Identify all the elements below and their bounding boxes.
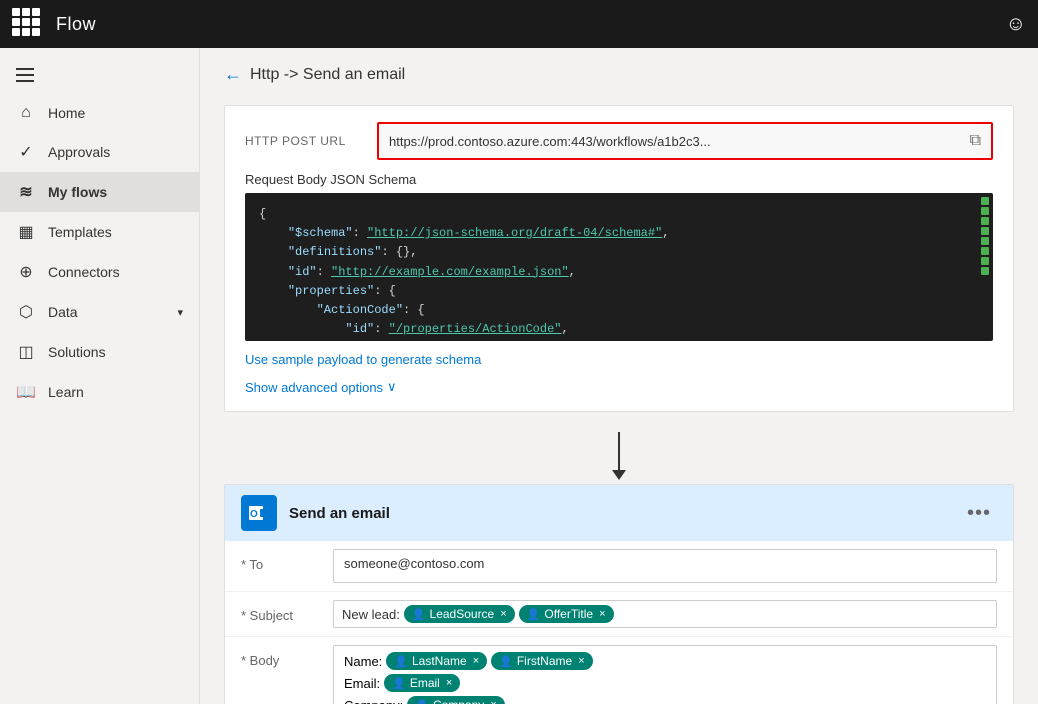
chevron-down-icon: ∨ xyxy=(387,379,397,395)
tag-remove-icon[interactable]: × xyxy=(446,677,452,689)
code-line-8: "type": "string" xyxy=(259,339,979,341)
hamburger-button[interactable] xyxy=(0,56,199,94)
email-tag: 👤 Email × xyxy=(384,674,460,692)
home-icon: ⌂ xyxy=(16,104,36,122)
email-card: O Send an email ••• * To someone@contoso… xyxy=(224,484,1014,704)
sidebar-item-templates[interactable]: ▦ Templates xyxy=(0,212,199,252)
waffle-icon[interactable] xyxy=(12,8,44,40)
sidebar-item-connectors[interactable]: ⊕ Connectors xyxy=(0,252,199,292)
url-box: https://prod.contoso.azure.com:443/workf… xyxy=(377,122,993,160)
sidebar-item-label: Learn xyxy=(48,384,84,400)
show-advanced-http[interactable]: Show advanced options ∨ xyxy=(245,379,993,395)
code-line-6: "ActionCode": { xyxy=(259,301,979,320)
body-email-line: Email: 👤 Email × xyxy=(344,674,986,692)
sidebar-item-label: Solutions xyxy=(48,344,106,360)
sidebar-item-label: Templates xyxy=(48,224,112,240)
sidebar-item-approvals[interactable]: ✓ Approvals xyxy=(0,132,199,172)
ellipsis-button[interactable]: ••• xyxy=(961,500,997,527)
tag-label: OfferTitle xyxy=(544,607,593,621)
body-label: * Body xyxy=(241,645,321,668)
tag-person-icon: 👤 xyxy=(412,608,426,621)
subject-tag-container[interactable]: New lead: 👤 LeadSource × 👤 OfferTitle × xyxy=(333,600,997,628)
learn-icon: 📖 xyxy=(16,382,36,402)
sidebar: ⌂ Home ✓ Approvals ≋ My flows ▦ Template… xyxy=(0,48,200,704)
back-button[interactable]: ← xyxy=(224,64,242,85)
sample-payload-link[interactable]: Use sample payload to generate schema xyxy=(245,352,481,367)
solutions-icon: ◫ xyxy=(16,342,36,362)
sidebar-item-home[interactable]: ⌂ Home xyxy=(0,94,199,132)
offer-title-tag: 👤 OfferTitle × xyxy=(519,605,614,623)
code-block: { "$schema": "http://json-schema.org/dra… xyxy=(245,193,993,341)
tag-remove-icon[interactable]: × xyxy=(473,655,479,667)
subject-label: * Subject xyxy=(241,600,321,623)
sidebar-item-learn[interactable]: 📖 Learn xyxy=(0,372,199,412)
templates-icon: ▦ xyxy=(16,222,36,242)
hamburger-icon xyxy=(16,68,34,82)
code-line-1: { xyxy=(259,205,979,224)
connectors-icon: ⊕ xyxy=(16,262,36,282)
url-field-row: HTTP POST URL https://prod.contoso.azure… xyxy=(245,122,993,160)
body-company-line: Company: 👤 Company × xyxy=(344,696,986,704)
svg-text:O: O xyxy=(250,509,258,520)
scroll-indicator xyxy=(981,197,991,337)
firstname-tag: 👤 FirstName × xyxy=(491,652,592,670)
topnav: Flow ☺ xyxy=(0,0,1038,48)
tag-label: LeadSource xyxy=(430,607,495,621)
subject-field-row: * Subject New lead: 👤 LeadSource × 👤 Off… xyxy=(225,592,1013,637)
flow-arrow xyxy=(224,420,1014,484)
code-line-2: "$schema": "http://json-schema.org/draft… xyxy=(259,224,979,243)
tag-remove-icon[interactable]: × xyxy=(500,608,506,620)
tag-remove-icon[interactable]: × xyxy=(599,608,605,620)
outlook-icon: O xyxy=(241,495,277,531)
company-tag: 👤 Company × xyxy=(407,696,505,704)
sidebar-item-solutions[interactable]: ◫ Solutions xyxy=(0,332,199,372)
code-line-5: "properties": { xyxy=(259,282,979,301)
chevron-down-icon: ▾ xyxy=(177,306,183,319)
body-field-row: * Body Name: 👤 LastName × 👤 FirstName × xyxy=(225,637,1013,704)
tag-remove-icon[interactable]: × xyxy=(490,699,496,704)
smiley-icon[interactable]: ☺ xyxy=(1006,13,1026,36)
breadcrumb-text: Http -> Send an email xyxy=(250,66,405,84)
http-card-body: HTTP POST URL https://prod.contoso.azure… xyxy=(225,106,1013,411)
http-card: HTTP POST URL https://prod.contoso.azure… xyxy=(224,105,1014,412)
sidebar-item-label: My flows xyxy=(48,184,107,200)
email-card-header: O Send an email ••• xyxy=(225,485,1013,541)
data-icon: ⬡ xyxy=(16,302,36,322)
sidebar-item-data[interactable]: ⬡ Data ▾ xyxy=(0,292,199,332)
lastname-tag: 👤 LastName × xyxy=(386,652,487,670)
body-name-line: Name: 👤 LastName × 👤 FirstName × xyxy=(344,652,986,670)
arrow-down-icon xyxy=(618,432,620,472)
tag-person-icon: 👤 xyxy=(527,608,541,621)
myflows-icon: ≋ xyxy=(16,182,36,202)
to-field-row: * To someone@contoso.com xyxy=(225,541,1013,592)
url-label: HTTP POST URL xyxy=(245,134,365,148)
copy-icon[interactable]: ⧉ xyxy=(970,132,981,150)
sidebar-item-label: Approvals xyxy=(48,144,110,160)
email-card-title: Send an email xyxy=(289,505,949,522)
code-line-4: "id": "http://example.com/example.json", xyxy=(259,263,979,282)
lead-source-tag: 👤 LeadSource × xyxy=(404,605,515,623)
tag-remove-icon[interactable]: × xyxy=(578,655,584,667)
sidebar-item-label: Home xyxy=(48,105,85,121)
main-content: ← Http -> Send an email HTTP POST URL ht… xyxy=(200,48,1038,704)
to-label: * To xyxy=(241,549,321,572)
sidebar-item-label: Connectors xyxy=(48,264,120,280)
url-value: https://prod.contoso.azure.com:443/workf… xyxy=(389,134,962,149)
schema-label: Request Body JSON Schema xyxy=(245,172,993,187)
code-line-7: "id": "/properties/ActionCode", xyxy=(259,320,979,339)
to-value[interactable]: someone@contoso.com xyxy=(333,549,997,583)
app-title: Flow xyxy=(56,14,96,35)
sidebar-item-myflows[interactable]: ≋ My flows xyxy=(0,172,199,212)
breadcrumb: ← Http -> Send an email xyxy=(224,64,1014,85)
code-line-3: "definitions": {}, xyxy=(259,243,979,262)
subject-prefix: New lead: xyxy=(342,607,400,622)
sidebar-item-label: Data xyxy=(48,304,78,320)
approvals-icon: ✓ xyxy=(16,142,36,162)
show-advanced-label: Show advanced options xyxy=(245,380,383,395)
body-tags-container[interactable]: Name: 👤 LastName × 👤 FirstName × xyxy=(333,645,997,704)
